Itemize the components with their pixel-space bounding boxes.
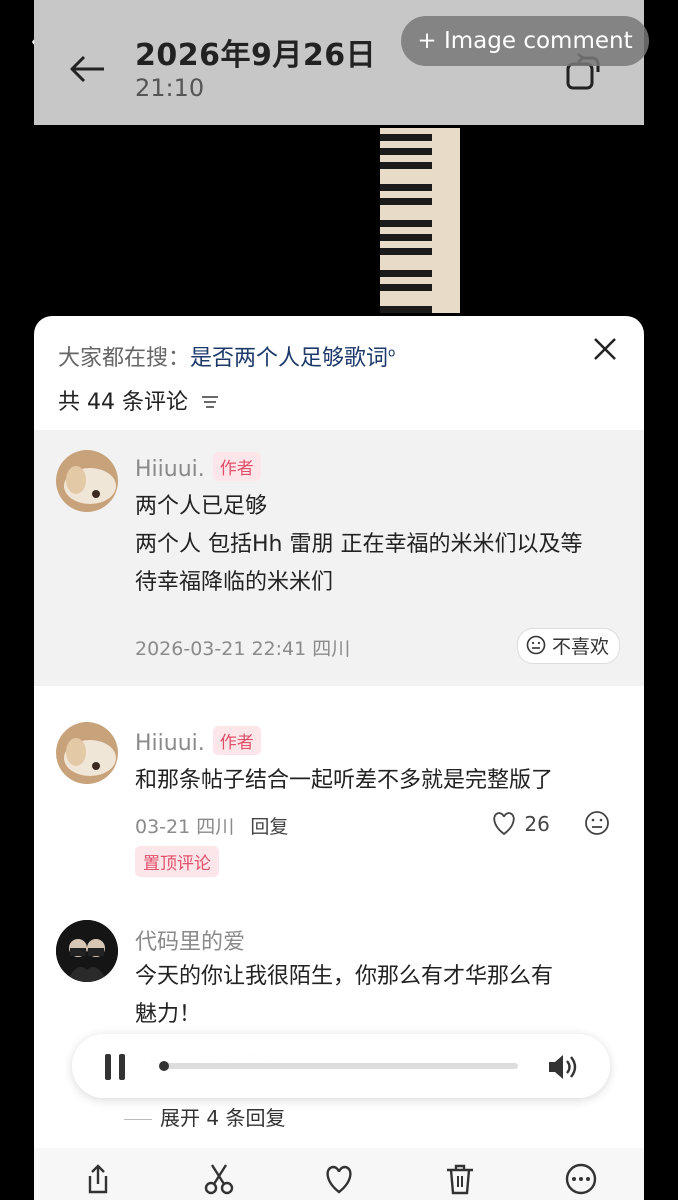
reply-button[interactable]: 回复 (250, 816, 288, 838)
search-suggestion[interactable]: 大家都在搜：是否两个人足够歌词o (58, 340, 395, 372)
share-icon[interactable] (81, 1162, 115, 1196)
comment-count: 共 44 条评论 (58, 384, 219, 416)
comment-text[interactable]: 今天的你让我很陌生，你那么有才华那么有 魅力！ (135, 958, 553, 1034)
expand-replies[interactable]: 展开 4 条回复 (124, 1102, 285, 1131)
comment-line: 待幸福降临的米米们 (135, 570, 334, 595)
date-title: 2026年9月26日 (135, 38, 377, 73)
screenshot-photo: 2026年9月26日 21:10 大家都在搜：是否两个人足够歌词o 共 44 条… (34, 0, 644, 1200)
image-comment-button[interactable]: + Image comment (401, 16, 649, 66)
username[interactable]: 代码里的爱 (135, 924, 245, 956)
heart-icon[interactable] (322, 1162, 356, 1196)
dislike-button[interactable]: 不喜欢 (517, 628, 621, 664)
comment-date: 03-21 (135, 816, 191, 838)
comment-meta: 2026-03-21 22:41 四川 (135, 638, 351, 660)
comment-text[interactable]: 和那条帖子结合一起听差不多就是完整版了 (135, 762, 553, 800)
dislike-label: 不喜欢 (552, 636, 610, 658)
expand-divider (124, 1119, 152, 1120)
bottom-action-bar (34, 1148, 644, 1200)
author-badge: 作者 (212, 726, 261, 755)
volume-icon[interactable] (546, 1052, 580, 1082)
piano-keys-image (380, 128, 460, 313)
avatar[interactable] (56, 920, 118, 982)
avatar[interactable] (56, 722, 118, 784)
author-badge: 作者 (212, 452, 261, 481)
search-query[interactable]: 是否两个人足够歌词 (190, 346, 388, 371)
comment-header: Hiiuui. 作者 (135, 726, 261, 756)
like-button[interactable]: 26 (490, 810, 550, 841)
comment-line: 两个人已足够 (135, 494, 268, 519)
close-icon[interactable] (592, 336, 618, 362)
progress-handle[interactable] (158, 1061, 169, 1071)
comment-line: 和那条帖子结合一起听差不多就是完整版了 (135, 768, 554, 793)
comment-line: 今天的你让我很陌生，你那么有才华那么有 (135, 964, 554, 989)
neutral-face-icon (526, 635, 546, 660)
comment-item: Hiiuui. 作者 两个人已足够 两个人 包括Hh 雷朋 正在幸福的米米们以及等… (34, 430, 644, 686)
comment-line: 两个人 包括Hh 雷朋 正在幸福的米米们以及等 (135, 532, 583, 557)
heart-icon (490, 810, 518, 841)
pinned-badge: 置顶评论 (135, 846, 219, 877)
comment-meta: 03-21 四川 回复 (135, 812, 288, 839)
progress-track[interactable] (158, 1061, 518, 1071)
like-count: 26 (524, 812, 550, 836)
comment-location: 四川 (196, 816, 235, 838)
search-icon: o (388, 345, 396, 360)
search-prefix: 大家都在搜： (58, 346, 191, 371)
more-icon[interactable] (564, 1162, 598, 1196)
username[interactable]: Hiiuui. (135, 457, 205, 482)
comment-text[interactable]: 两个人已足够 两个人 包括Hh 雷朋 正在幸福的米米们以及等 待幸福降临的米米们 (135, 488, 582, 602)
username[interactable]: Hiiuui. (135, 731, 205, 756)
comment-line: 魅力！ (135, 1002, 202, 1027)
comment-count-label: 共 44 条评论 (58, 390, 188, 415)
back-arrow-icon (68, 52, 108, 86)
trash-icon[interactable] (443, 1162, 477, 1196)
audio-player (72, 1034, 610, 1098)
sort-icon[interactable] (201, 391, 219, 416)
time-text: 21:10 (135, 74, 205, 102)
expand-replies-label: 展开 4 条回复 (160, 1106, 286, 1130)
avatar[interactable] (56, 450, 118, 512)
scissors-icon[interactable] (202, 1162, 236, 1196)
comment-header: Hiiuui. 作者 (135, 452, 261, 482)
pause-icon[interactable] (102, 1052, 128, 1082)
dislike-icon[interactable] (584, 810, 610, 840)
